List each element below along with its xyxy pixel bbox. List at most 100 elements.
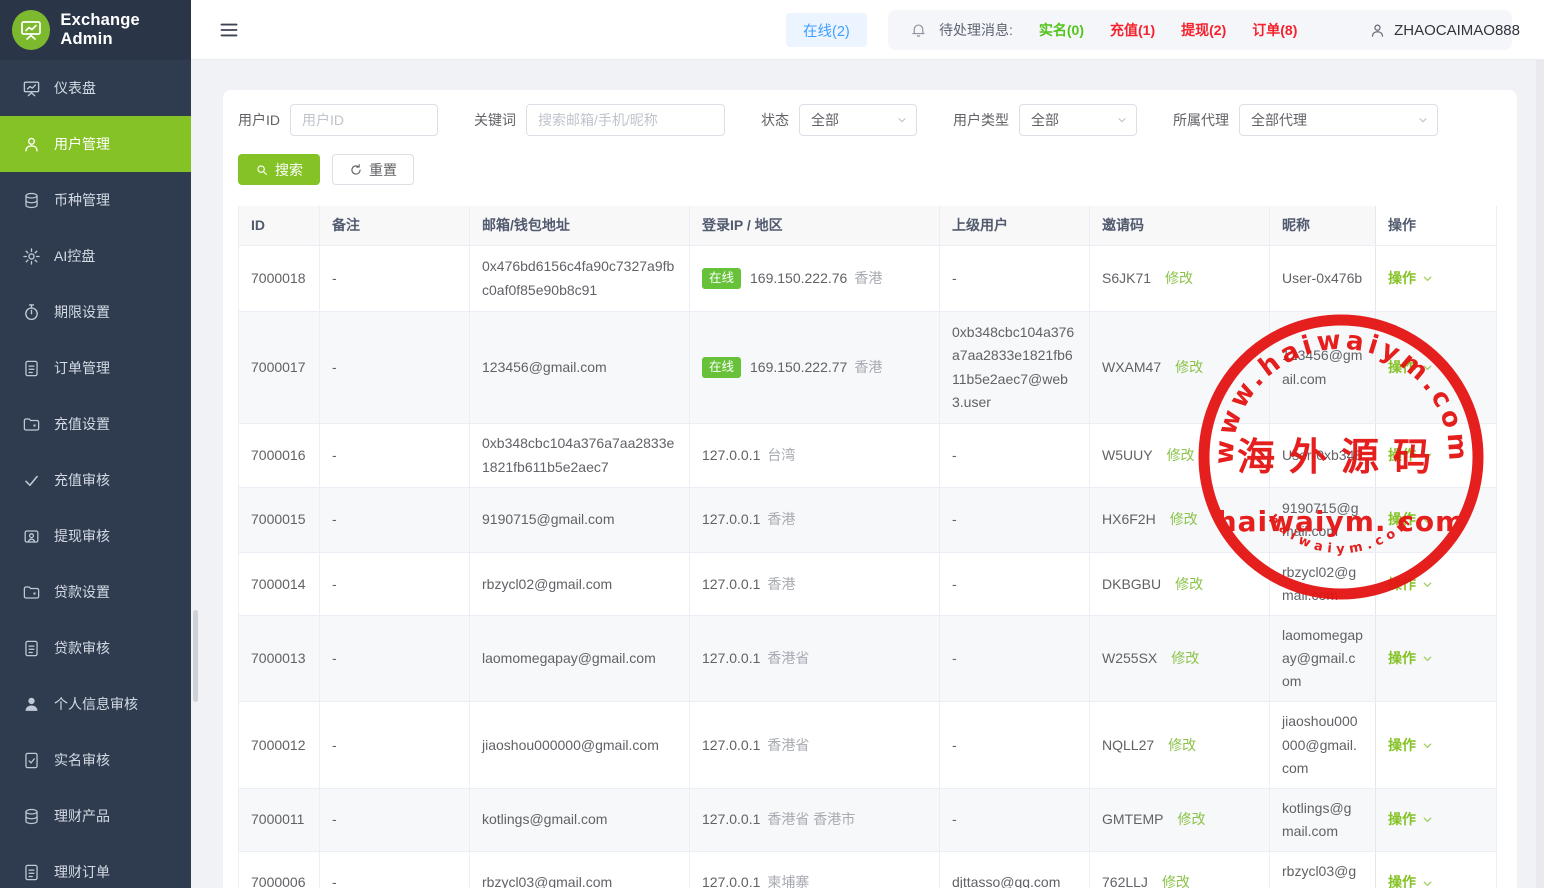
user-id-label: 用户ID bbox=[238, 110, 280, 130]
chevron-down-icon bbox=[1421, 361, 1434, 374]
folder-icon bbox=[22, 583, 41, 602]
app-logo-icon bbox=[12, 10, 50, 50]
sidebar: Exchange Admin 仪表盘 用户管理 币种管理 AI控盘 期限设置 订… bbox=[0, 0, 191, 888]
user-avatar-icon bbox=[1369, 22, 1386, 39]
modify-link[interactable]: 修改 bbox=[1165, 267, 1193, 290]
modify-link[interactable]: 修改 bbox=[1177, 808, 1205, 831]
modify-link[interactable]: 修改 bbox=[1168, 734, 1196, 757]
sidebar-item-user-management[interactable]: 用户管理 bbox=[0, 116, 191, 172]
action-dropdown[interactable]: 操作 bbox=[1388, 444, 1434, 467]
action-dropdown[interactable]: 操作 bbox=[1388, 573, 1434, 596]
action-dropdown[interactable]: 操作 bbox=[1388, 734, 1434, 757]
sidebar-item-loan-review[interactable]: 贷款审核 bbox=[0, 620, 191, 676]
sidebar-item-currency-management[interactable]: 币种管理 bbox=[0, 172, 191, 228]
reset-button[interactable]: 重置 bbox=[332, 154, 414, 185]
users-card: 用户ID 关键词 状态 全部 用户类型 全部 bbox=[223, 90, 1517, 888]
pending-withdraw[interactable]: 提现(2) bbox=[1181, 20, 1226, 40]
username: ZHAOCAIMAO888 bbox=[1394, 22, 1520, 39]
chevron-down-icon bbox=[1421, 449, 1434, 462]
pending-kyc[interactable]: 实名(0) bbox=[1039, 20, 1084, 40]
pending-recharge[interactable]: 充值(1) bbox=[1110, 20, 1155, 40]
modify-link[interactable]: 修改 bbox=[1167, 444, 1195, 467]
chevron-down-icon bbox=[1421, 739, 1434, 752]
online-badge: 在线 bbox=[702, 357, 741, 379]
sidebar-item-withdraw-review[interactable]: 提现审核 bbox=[0, 508, 191, 564]
pending-orders[interactable]: 订单(8) bbox=[1252, 20, 1297, 40]
timer-icon bbox=[22, 303, 41, 322]
table-row: 7000015 - 9190715@gmail.com 127.0.0.1香港 … bbox=[239, 488, 1497, 553]
app-root: Exchange Admin 仪表盘 用户管理 币种管理 AI控盘 期限设置 订… bbox=[0, 0, 1544, 888]
table-row: 7000013 - laomomegapay@gmail.com 127.0.0… bbox=[239, 616, 1497, 702]
users-table: ID 备注 邮箱/钱包地址 登录IP / 地区 上级用户 邀请码 昵称 操作 7… bbox=[238, 206, 1497, 888]
user-id-input[interactable] bbox=[290, 104, 438, 136]
sidebar-item-term-settings[interactable]: 期限设置 bbox=[0, 284, 191, 340]
coins-icon bbox=[22, 191, 41, 210]
chevron-down-icon bbox=[1421, 578, 1434, 591]
filter-keyword: 关键词 bbox=[474, 104, 725, 136]
sidebar-item-profile-review[interactable]: 个人信息审核 bbox=[0, 676, 191, 732]
agent-label: 所属代理 bbox=[1173, 110, 1229, 130]
user-icon bbox=[22, 135, 41, 154]
content-area: 用户ID 关键词 状态 全部 用户类型 全部 bbox=[191, 60, 1544, 888]
chevron-down-icon bbox=[1421, 813, 1434, 826]
sidebar-item-wealth-orders[interactable]: 理财订单 bbox=[0, 844, 191, 888]
modify-link[interactable]: 修改 bbox=[1175, 356, 1203, 379]
table-row: 7000016 - 0xb348cbc104a376a7aa2833e1821f… bbox=[239, 424, 1497, 488]
main-area: 在线(2) 待处理消息: 实名(0) 充值(1) 提现(2) 订单(8) ZHA… bbox=[191, 0, 1544, 888]
table-row: 7000012 - jiaoshou000000@gmail.com 127.0… bbox=[239, 702, 1497, 788]
filter-user-type: 用户类型 全部 bbox=[953, 104, 1137, 136]
sidebar-item-recharge-settings[interactable]: 充值设置 bbox=[0, 396, 191, 452]
page-scrollbar[interactable] bbox=[1536, 60, 1544, 888]
doc-check-icon bbox=[22, 751, 41, 770]
online-badge: 在线 bbox=[702, 268, 741, 290]
modify-link[interactable]: 修改 bbox=[1170, 508, 1198, 531]
action-dropdown[interactable]: 操作 bbox=[1388, 808, 1434, 831]
menu-collapse-icon[interactable] bbox=[218, 20, 240, 40]
logo-bar: Exchange Admin bbox=[0, 0, 191, 60]
status-select[interactable]: 全部 bbox=[799, 104, 917, 136]
chevron-down-icon bbox=[896, 114, 908, 126]
sidebar-scrollbar-thumb[interactable] bbox=[193, 610, 198, 702]
user-type-select[interactable]: 全部 bbox=[1019, 104, 1137, 136]
table-row: 7000014 - rbzycl02@gmail.com 127.0.0.1香港… bbox=[239, 553, 1497, 616]
filter-bar: 用户ID 关键词 状态 全部 用户类型 全部 bbox=[238, 104, 1497, 136]
check-icon bbox=[22, 471, 41, 490]
user-type-label: 用户类型 bbox=[953, 110, 1009, 130]
gear-icon bbox=[22, 247, 41, 266]
chevron-down-icon bbox=[1421, 514, 1434, 527]
search-button[interactable]: 搜索 bbox=[238, 154, 320, 185]
action-dropdown[interactable]: 操作 bbox=[1388, 647, 1434, 670]
agent-select[interactable]: 全部代理 bbox=[1239, 104, 1438, 136]
table-row: 7000011 - kotlings@gmail.com 127.0.0.1香港… bbox=[239, 789, 1497, 852]
action-dropdown[interactable]: 操作 bbox=[1388, 267, 1434, 290]
modify-link[interactable]: 修改 bbox=[1162, 871, 1190, 888]
filter-agent: 所属代理 全部代理 bbox=[1173, 104, 1438, 136]
user-filled-icon bbox=[22, 695, 41, 714]
filter-status: 状态 全部 bbox=[761, 104, 917, 136]
modify-link[interactable]: 修改 bbox=[1175, 573, 1203, 596]
sidebar-item-ai-control[interactable]: AI控盘 bbox=[0, 228, 191, 284]
modify-link[interactable]: 修改 bbox=[1171, 647, 1199, 670]
chevron-down-icon bbox=[1421, 272, 1434, 285]
folder-icon bbox=[22, 415, 41, 434]
keyword-input[interactable] bbox=[526, 104, 725, 136]
sidebar-item-kyc-review[interactable]: 实名审核 bbox=[0, 732, 191, 788]
table-row: 7000018 - 0x476bd6156c4fa90c7327a9fbc0af… bbox=[239, 246, 1497, 312]
chevron-down-icon bbox=[1417, 114, 1429, 126]
sidebar-item-wealth-products[interactable]: 理财产品 bbox=[0, 788, 191, 844]
action-dropdown[interactable]: 操作 bbox=[1388, 871, 1434, 888]
table-row: 7000017 - 123456@gmail.com 在线169.150.222… bbox=[239, 312, 1497, 424]
online-count-chip[interactable]: 在线(2) bbox=[786, 13, 867, 47]
user-menu[interactable]: ZHAOCAIMAO888 bbox=[1369, 0, 1520, 60]
action-dropdown[interactable]: 操作 bbox=[1388, 508, 1434, 531]
sidebar-item-recharge-review[interactable]: 充值审核 bbox=[0, 452, 191, 508]
chevron-down-icon bbox=[1421, 652, 1434, 665]
sidebar-item-loan-settings[interactable]: 贷款设置 bbox=[0, 564, 191, 620]
sidebar-item-dashboard[interactable]: 仪表盘 bbox=[0, 60, 191, 116]
filter-actions: 搜索 重置 bbox=[238, 154, 1497, 185]
table-row: 7000006 - rbzycl03@gmail.com 127.0.0.1柬埔… bbox=[239, 852, 1497, 888]
action-dropdown[interactable]: 操作 bbox=[1388, 356, 1434, 379]
sidebar-menu: 仪表盘 用户管理 币种管理 AI控盘 期限设置 订单管理 充值设置 充值审核 提… bbox=[0, 60, 191, 888]
dashboard-icon bbox=[22, 79, 41, 98]
sidebar-item-order-management[interactable]: 订单管理 bbox=[0, 340, 191, 396]
